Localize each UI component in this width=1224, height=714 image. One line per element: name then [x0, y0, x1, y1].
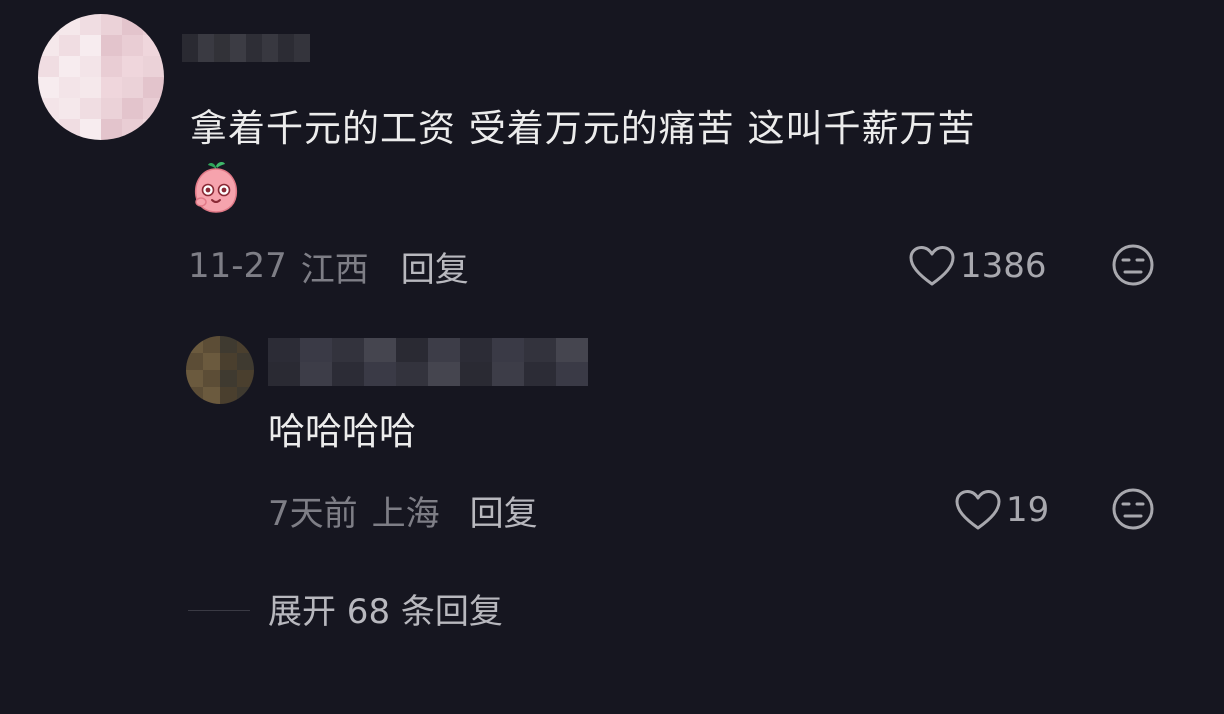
avatar[interactable]: [38, 14, 164, 140]
reply-meta: 7天前 上海 回复: [268, 484, 538, 536]
heart-outline-icon: [909, 246, 955, 286]
neutral-face-icon[interactable]: [1111, 487, 1155, 531]
like-button[interactable]: 1386: [908, 240, 1047, 292]
expand-divider: [188, 610, 250, 611]
expand-replies-button[interactable]: 展开 68 条回复: [268, 586, 503, 638]
reply-reply-button[interactable]: 回复: [470, 486, 538, 535]
comment-date: 11-27: [188, 246, 287, 286]
comment-meta: 11-27 江西 回复: [188, 240, 469, 292]
reply-date: 7天前: [268, 493, 358, 534]
comment-location: 江西: [300, 249, 369, 290]
reply-location: 上海: [371, 493, 440, 534]
heart-outline-icon: [955, 490, 1001, 530]
neutral-face-icon[interactable]: [1111, 243, 1155, 287]
reply-button[interactable]: 回复: [401, 242, 469, 291]
reply-text: 哈哈哈哈: [268, 410, 416, 453]
comment-text: 拿着千元的工资 受着万元的痛苦 这叫千薪万苦: [190, 107, 976, 150]
like-count: 1386: [960, 246, 1047, 286]
peach-face-emoji: [194, 161, 238, 213]
comment-thread: 拿着千元的工资 受着万元的痛苦 这叫千薪万苦 11-27 江西 回复 1386 …: [0, 0, 1224, 714]
reply-like-button[interactable]: 19: [954, 484, 1049, 536]
reply-like-count: 19: [1006, 490, 1050, 530]
username-blurred[interactable]: [182, 34, 310, 62]
reply-username-blurred[interactable]: [268, 338, 588, 386]
reply-avatar[interactable]: [186, 336, 254, 404]
